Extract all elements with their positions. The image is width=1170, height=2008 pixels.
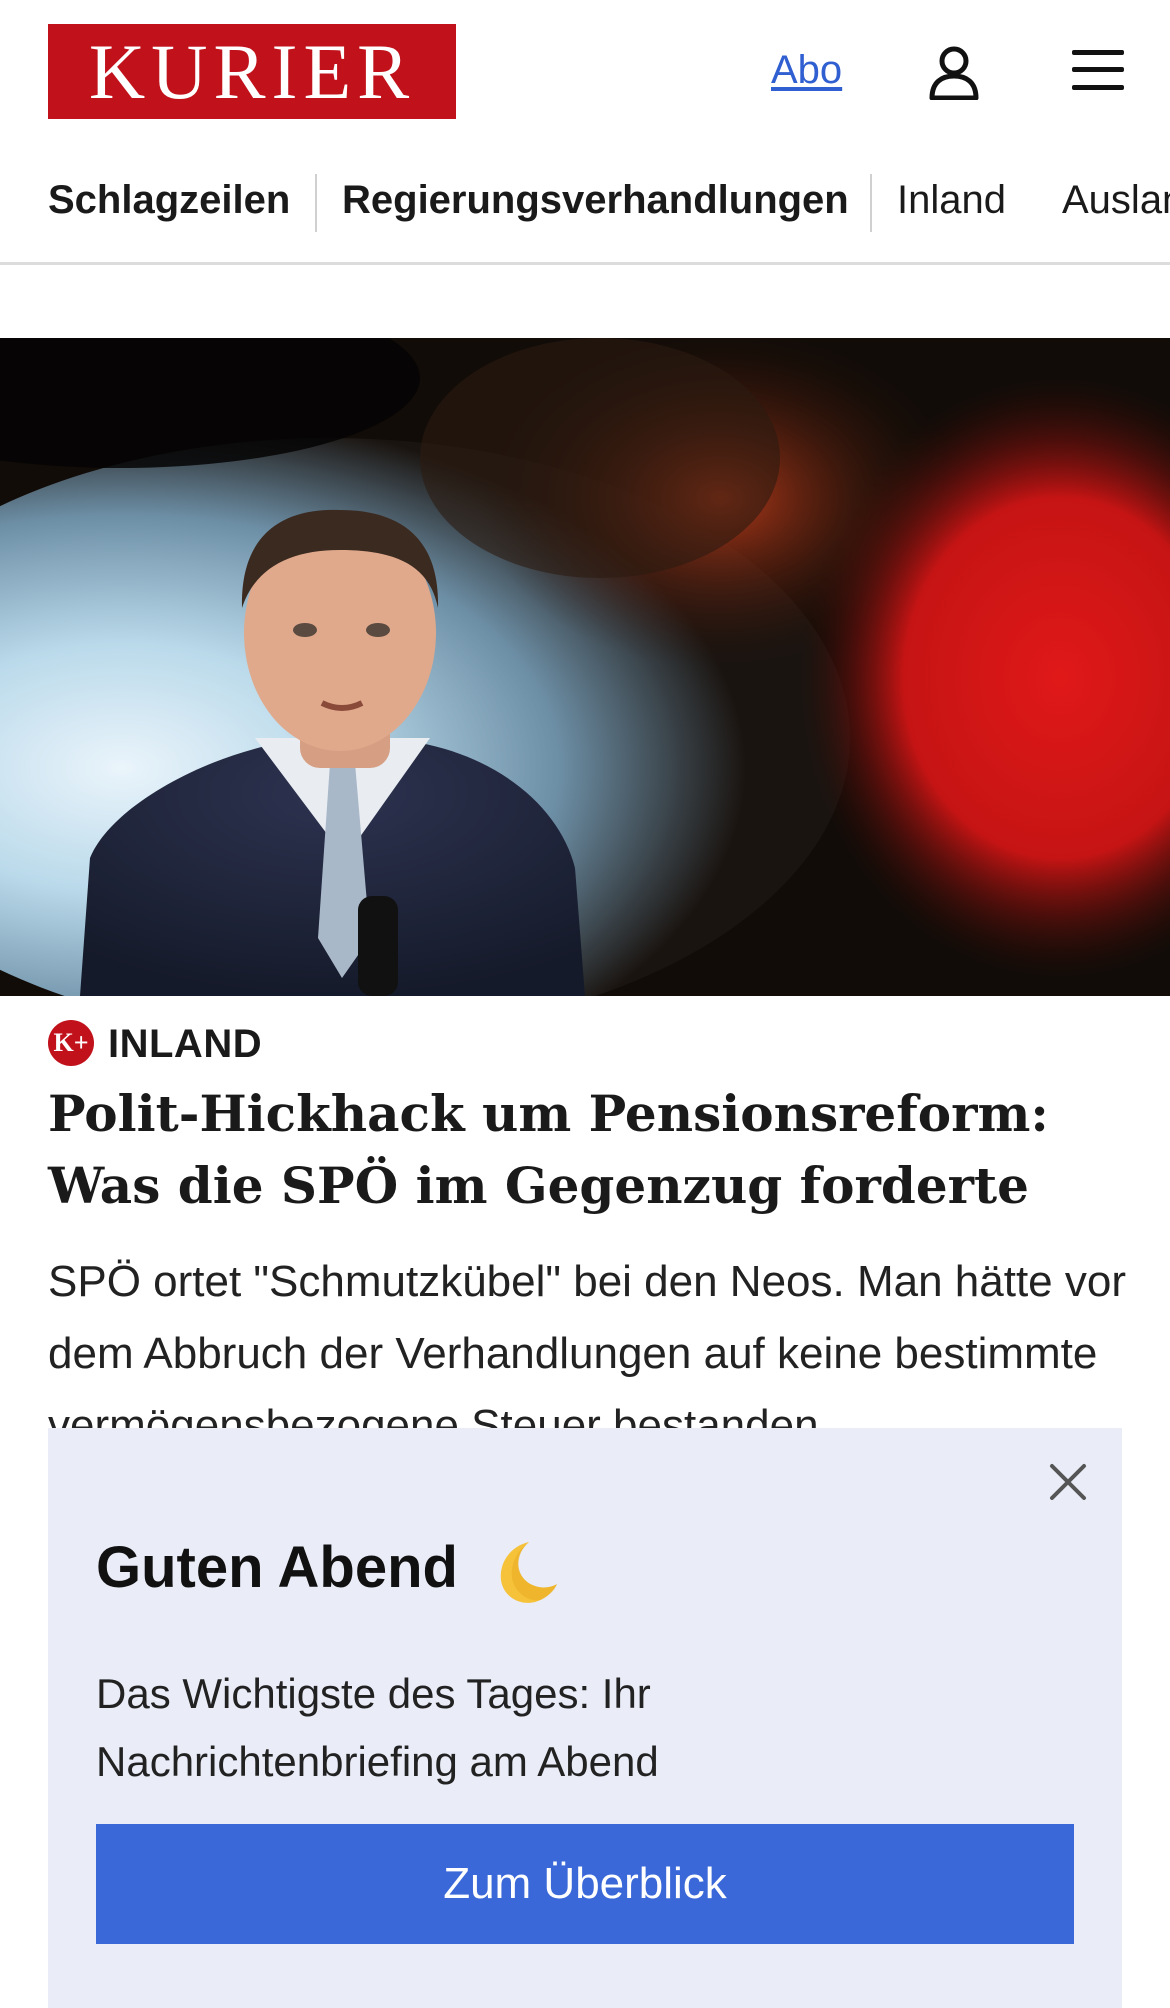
user-icon[interactable] [928,44,980,100]
hero-photo [0,338,1170,996]
article-headline[interactable]: Polit-Hickhack um Pensionsreform: Was di… [48,1078,1128,1222]
kurier-logo[interactable]: KURIER [48,24,456,119]
nav-item-ausland[interactable]: Ausland [1062,180,1170,220]
article-hero-image[interactable] [0,338,1170,996]
menu-icon[interactable] [1070,48,1126,92]
moon-icon [500,1542,557,1603]
section-nav: Schlagzeilen Regierungsverhandlungen Inl… [0,166,1170,265]
nav-item-schlagzeilen[interactable]: Schlagzeilen [48,180,290,220]
overview-button[interactable]: Zum Überblick [96,1824,1074,1944]
nav-divider [315,174,317,232]
nav-divider [870,174,872,232]
close-icon[interactable] [1044,1458,1092,1506]
nav-item-regierungsverhandlungen[interactable]: Regierungsverhandlungen [342,180,849,220]
briefing-title: Guten Abend [96,1535,458,1600]
evening-briefing-popup: Guten Abend Das Wichtigste des Tages: Ih… [48,1428,1122,2008]
nav-item-inland[interactable]: Inland [897,180,1006,220]
article-category[interactable]: INLAND [108,1022,262,1067]
abo-link[interactable]: Abo [771,48,842,93]
site-header: KURIER Abo [0,0,1170,150]
kplus-badge: K+ [48,1020,94,1066]
briefing-description: Das Wichtigste des Tages: Ihr Nachrichte… [96,1670,659,1785]
